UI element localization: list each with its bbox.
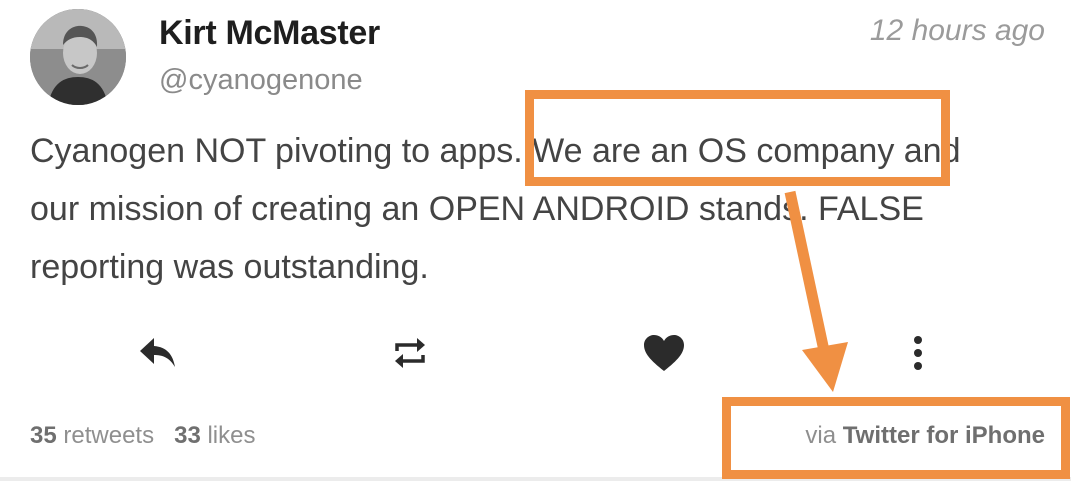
- annotation-arrow: [784, 190, 848, 392]
